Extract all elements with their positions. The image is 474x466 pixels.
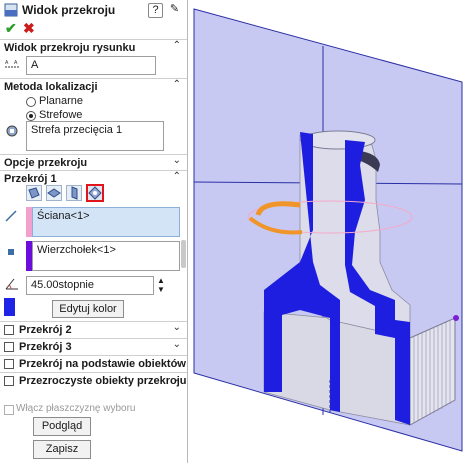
chevron-down-icon[interactable]: ⌄	[173, 322, 181, 333]
angle-icon	[5, 278, 18, 290]
zone-icon	[6, 125, 18, 137]
chevron-down-icon[interactable]: ⌄	[173, 356, 181, 367]
section1-label: Przekrój 1	[4, 173, 57, 185]
section2-label: Przekrój 2	[19, 324, 72, 336]
locate-method-header[interactable]: Metoda lokalizacji ⌃	[0, 78, 187, 95]
radio-zonal-label: Strefowe	[39, 109, 83, 121]
section-line-icon: AA	[5, 60, 19, 68]
face-select-icon	[5, 210, 17, 222]
section-name-field[interactable]: A	[26, 56, 156, 75]
cut-face-flange	[395, 320, 410, 425]
enable-selection-plane-checkbox[interactable]	[4, 405, 14, 415]
edit-color-button[interactable]: Edytuj kolor	[52, 300, 124, 318]
chevron-down-icon[interactable]: ⌄	[173, 373, 181, 384]
ok-checkmark-icon[interactable]: ✔	[5, 20, 17, 37]
section3-checkbox[interactable]	[4, 342, 14, 352]
transparent-bodies-label: Przezroczyste obiekty przekroju	[19, 375, 187, 387]
panel-scrollbar[interactable]	[181, 240, 186, 268]
radio-zonal[interactable]	[26, 111, 36, 121]
cancel-x-icon[interactable]: ✖	[23, 20, 35, 37]
chevron-up-icon[interactable]: ⌃	[173, 79, 181, 90]
plane-front-icon	[28, 187, 40, 199]
transparent-bodies-checkbox[interactable]	[4, 376, 14, 386]
section-right-button[interactable]	[66, 185, 82, 201]
angle-spinner-icon[interactable]: ▲ ▼	[157, 276, 165, 294]
property-manager-panel: Widok przekroju ? ✎ ✔ ✖ Widok przekroju …	[0, 0, 188, 463]
section-front-button[interactable]	[26, 185, 42, 201]
panel-title: Widok przekroju	[22, 3, 116, 17]
section-options-header[interactable]: Opcje przekroju ⌄	[0, 154, 187, 171]
svg-text:A: A	[5, 60, 9, 66]
face-selection-field[interactable]: Ściana<1>	[32, 207, 180, 237]
body-section-label: Przekrój na podstawie obiektów	[19, 358, 186, 370]
svg-text:A: A	[14, 60, 18, 66]
section-top-button[interactable]	[46, 185, 62, 201]
drawing-section-label: Widok przekroju rysunku	[4, 42, 136, 54]
body-section-checkbox[interactable]	[4, 359, 14, 369]
plane-top-icon	[47, 188, 61, 198]
radio-planar[interactable]	[26, 97, 36, 107]
section3-label: Przekrój 3	[19, 341, 72, 353]
zone-selection-field[interactable]: Strefa przecięcia 1	[26, 121, 164, 151]
chevron-up-icon[interactable]: ⌃	[173, 40, 181, 51]
chevron-down-icon[interactable]: ⌄	[173, 339, 181, 350]
vertex-icon	[8, 249, 14, 255]
vertex-selection-field[interactable]: Wierzchołek<1>	[32, 241, 180, 271]
radio-planar-label: Planarne	[39, 95, 84, 107]
section-view-icon	[4, 3, 18, 17]
graphics-viewport[interactable]	[189, 0, 474, 463]
chevron-down-icon[interactable]: ⌄	[173, 155, 181, 166]
chevron-up-icon[interactable]: ⌃	[173, 171, 181, 182]
selected-vertex	[453, 315, 459, 321]
drawing-section-header[interactable]: Widok przekroju rysunku ⌃	[0, 39, 187, 56]
section-zonal-button[interactable]	[86, 184, 104, 202]
save-button[interactable]: Zapisz	[33, 440, 91, 459]
preview-button[interactable]: Podgląd	[33, 417, 91, 436]
pin-icon[interactable]: ✎	[168, 3, 181, 16]
section-options-label: Opcje przekroju	[4, 157, 88, 169]
panel-titlebar: Widok przekroju ? ✎	[0, 0, 187, 20]
section-view-3d	[193, 8, 463, 452]
section2-row[interactable]: Przekrój 2 ⌄	[0, 321, 187, 339]
locate-method-label: Metoda lokalizacji	[4, 81, 98, 93]
enable-selection-plane-label: Włącz płaszczyznę wyboru	[16, 403, 136, 414]
section-color-swatch	[4, 298, 15, 316]
angle-input[interactable]: 45.00stopnie	[26, 276, 154, 295]
ok-cancel-row: ✔ ✖	[0, 20, 187, 38]
help-icon[interactable]: ?	[148, 3, 163, 18]
zonal-cut-icon	[88, 186, 102, 200]
plane-right-icon	[71, 186, 78, 200]
body-section-row[interactable]: Przekrój na podstawie obiektów ⌄	[0, 355, 187, 373]
transparent-bodies-row[interactable]: Przezroczyste obiekty przekroju ⌄	[0, 372, 187, 390]
section2-checkbox[interactable]	[4, 325, 14, 335]
section3-row[interactable]: Przekrój 3 ⌄	[0, 338, 187, 356]
